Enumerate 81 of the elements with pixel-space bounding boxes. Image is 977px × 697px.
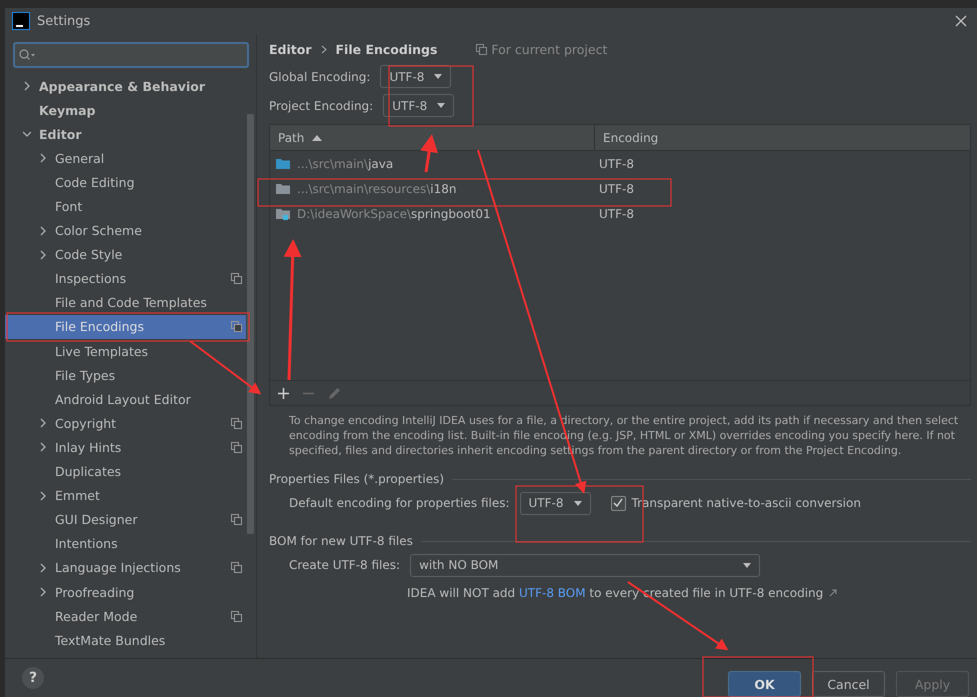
sidebar-item[interactable]: Proofreading <box>5 580 246 604</box>
sidebar-item[interactable]: Live Templates <box>5 339 246 364</box>
project-scope-icon <box>231 610 242 622</box>
help-button[interactable]: ? <box>22 667 44 689</box>
section-title: Properties Files (*.properties) <box>269 472 444 486</box>
field-label: Default encoding for properties files: <box>289 496 510 510</box>
table-cell-text: UTF-8 <box>598 182 635 196</box>
section-title: BOM for new UTF-8 files <box>269 534 413 548</box>
sidebar-item[interactable]: Editor <box>5 122 246 146</box>
table-cell-text: UTF-8 <box>598 206 635 220</box>
table-cell-text: UTF-8 <box>598 156 635 170</box>
sidebar-item[interactable]: TextMate Bundles <box>5 628 246 652</box>
pencil-icon[interactable] <box>328 386 341 400</box>
sidebar-item[interactable]: Appearance & Behavior <box>5 74 246 98</box>
external-link-icon <box>829 589 838 597</box>
table-cell: D:\ideaWorkSpace\springboot01 <box>297 206 491 220</box>
sidebar-item[interactable]: Android Layout Editor <box>5 387 246 412</box>
table-cell: ...\src\main\java <box>297 156 394 170</box>
field-label: Project Encoding: <box>269 98 374 112</box>
chevron-icon <box>23 81 31 92</box>
sidebar-item[interactable]: Code Style <box>5 242 246 267</box>
chevron-icon <box>39 442 47 452</box>
project-scope-icon <box>231 321 242 332</box>
chevron-icon <box>23 129 31 140</box>
chevron-icon <box>320 44 326 54</box>
dialog-button[interactable]: Cancel <box>812 671 885 697</box>
sidebar-item[interactable]: Inlay Hints <box>5 435 246 460</box>
annotation-arrow <box>420 134 438 172</box>
window-title: Settings <box>37 14 92 28</box>
sidebar-item[interactable]: Intentions <box>5 532 246 556</box>
chevron-icon <box>39 562 47 573</box>
project-scope-icon <box>231 273 242 284</box>
sidebar-item[interactable]: Font <box>5 194 246 219</box>
checkbox[interactable] <box>610 496 626 510</box>
chevron-icon <box>39 587 47 598</box>
dialog-button[interactable]: OK <box>728 671 801 697</box>
chevron-icon <box>39 226 47 236</box>
encoding-dropdown[interactable]: UTF-8 <box>383 94 454 117</box>
sidebar-item[interactable]: Code Editing <box>5 170 246 194</box>
bom-note: IDEA will NOT add UTF-8 BOM to every created file in UTF-8 encoding <box>407 586 824 600</box>
sidebar-item[interactable]: GUI Designer <box>5 508 246 532</box>
project-scope-icon <box>231 418 242 429</box>
sidebar-item[interactable]: File Encodings <box>5 314 246 340</box>
project-scope-icon <box>476 44 488 54</box>
sidebar-item[interactable]: Duplicates <box>5 460 246 484</box>
project-scope-icon <box>231 442 242 453</box>
sidebar-item[interactable]: Keymap <box>5 98 246 122</box>
project-scope-icon <box>231 514 242 526</box>
search-icon <box>19 49 35 61</box>
search-field[interactable] <box>13 42 249 68</box>
sidebar-item[interactable]: Reader Mode <box>5 604 246 628</box>
column-header[interactable]: Path <box>270 125 595 150</box>
sidebar-item[interactable]: Copyright <box>5 411 246 436</box>
project-scope-icon <box>231 562 242 574</box>
bom-dropdown[interactable]: with NO BOM <box>410 554 760 576</box>
encoding-dropdown[interactable]: UTF-8 <box>520 492 590 514</box>
scope-label: For current project <box>491 42 608 56</box>
chevron-icon <box>39 250 47 260</box>
checkmark-icon <box>613 498 623 508</box>
table-cell: ...\src\main\resources\i18n <box>297 182 456 196</box>
sidebar-item[interactable]: Inspections <box>5 266 246 291</box>
scrollbar[interactable] <box>247 114 254 534</box>
sidebar-item[interactable]: File and Code Templates <box>5 290 246 315</box>
breadcrumb-parent[interactable]: Editor <box>269 42 312 56</box>
sidebar-item[interactable]: General <box>5 146 246 170</box>
field-label: Create UTF-8 files: <box>289 558 400 572</box>
encoding-dropdown[interactable]: UTF-8 <box>380 65 452 88</box>
add-icon[interactable] <box>278 388 289 398</box>
app-logo-icon <box>12 12 30 30</box>
field-label: Global Encoding: <box>269 70 370 84</box>
sidebar-item[interactable]: File Types <box>5 363 246 388</box>
chevron-icon <box>39 490 47 501</box>
chevron-icon <box>39 418 47 428</box>
sidebar-item[interactable]: Emmet <box>5 484 246 508</box>
sidebar-item[interactable]: Color Scheme <box>5 218 246 243</box>
bom-link[interactable]: UTF-8 BOM <box>518 586 586 600</box>
breadcrumb-current: File Encodings <box>336 42 438 56</box>
close-icon[interactable] <box>955 15 967 27</box>
sidebar-item[interactable]: Language Injections <box>5 556 246 580</box>
chevron-icon <box>39 153 47 164</box>
column-header[interactable]: Encoding <box>595 125 970 150</box>
